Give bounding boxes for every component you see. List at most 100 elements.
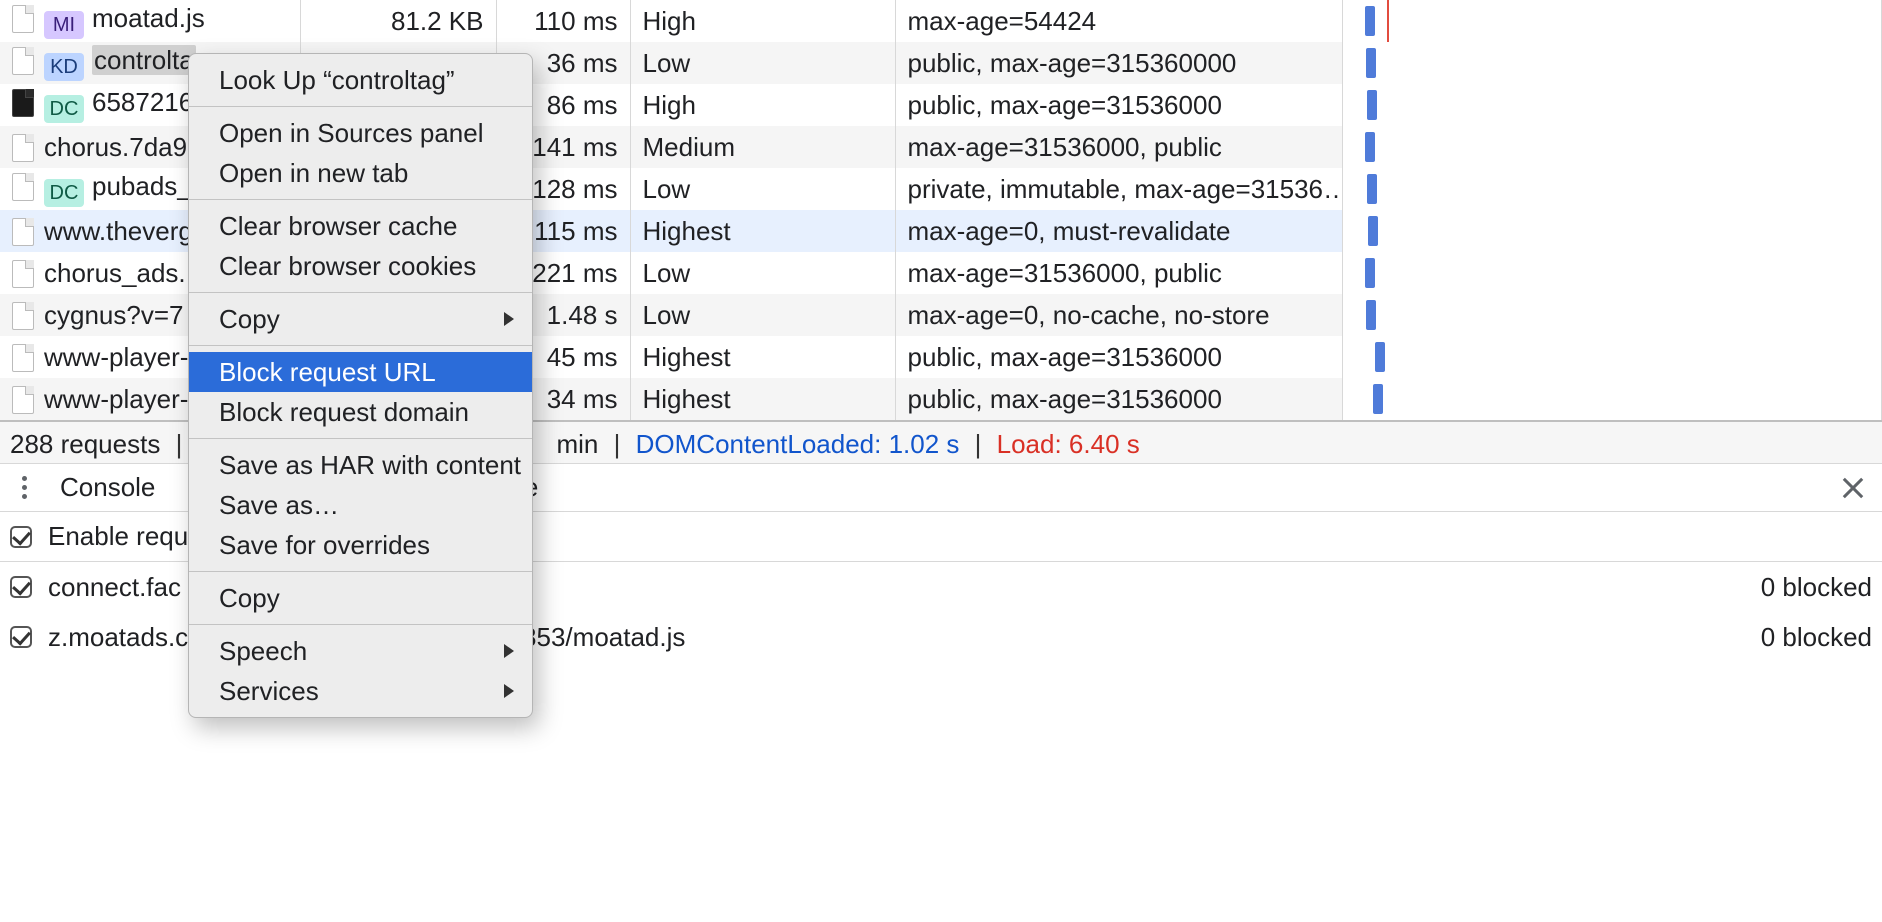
ctx-divider bbox=[189, 345, 532, 346]
blocked-count: 0 blocked bbox=[1761, 572, 1872, 603]
blocked-count: 0 blocked bbox=[1761, 622, 1872, 653]
initiator-chip: MI bbox=[44, 11, 84, 39]
ctx-save-har[interactable]: Save as HAR with content bbox=[189, 445, 532, 485]
cell-cache-control: max-age=0, no-cache, no-store bbox=[895, 294, 1342, 336]
waterfall-bar bbox=[1365, 132, 1375, 162]
status-sep: | bbox=[975, 429, 982, 459]
cell-priority: High bbox=[630, 84, 895, 126]
blocked-pattern-checkbox[interactable] bbox=[10, 576, 32, 598]
initiator-chip: DC bbox=[44, 95, 84, 123]
waterfall-bar bbox=[1366, 48, 1376, 78]
ctx-copy[interactable]: Copy bbox=[189, 578, 532, 618]
initiator-chip: KD bbox=[44, 53, 84, 81]
ctx-services[interactable]: Services bbox=[189, 671, 532, 711]
waterfall-bar bbox=[1366, 300, 1376, 330]
ctx-lookup[interactable]: Look Up “controltag” bbox=[189, 60, 532, 100]
waterfall-bar bbox=[1365, 6, 1375, 36]
file-icon bbox=[12, 260, 34, 288]
request-name: controlta bbox=[92, 45, 196, 75]
file-icon bbox=[12, 89, 34, 117]
enable-request-blocking-label: Enable requ bbox=[48, 521, 188, 552]
close-icon[interactable] bbox=[1836, 471, 1870, 505]
waterfall-bar bbox=[1375, 342, 1385, 372]
ctx-save-overrides[interactable]: Save for overrides bbox=[189, 525, 532, 565]
cell-waterfall bbox=[1342, 210, 1882, 252]
request-name: pubads_ bbox=[92, 171, 192, 201]
context-menu: Look Up “controltag” Open in Sources pan… bbox=[188, 53, 533, 718]
status-load: Load: 6.40 s bbox=[997, 429, 1140, 459]
cell-cache-control: max-age=54424 bbox=[895, 0, 1342, 42]
ctx-divider bbox=[189, 624, 532, 625]
file-icon bbox=[12, 134, 34, 162]
ctx-block-url[interactable]: Block request URL bbox=[189, 352, 532, 392]
ctx-block-domain[interactable]: Block request domain bbox=[189, 392, 532, 432]
blocked-pattern-checkbox[interactable] bbox=[10, 626, 32, 648]
request-name: cygnus?v=7 bbox=[44, 300, 183, 330]
file-icon bbox=[12, 386, 34, 414]
status-sep: | bbox=[614, 429, 621, 459]
cell-priority: Low bbox=[630, 294, 895, 336]
cell-waterfall bbox=[1342, 336, 1882, 378]
ctx-divider bbox=[189, 571, 532, 572]
cell-cache-control: public, max-age=31536000 bbox=[895, 336, 1342, 378]
cell-priority: Low bbox=[630, 252, 895, 294]
file-icon bbox=[12, 173, 34, 201]
request-name: chorus_ads. bbox=[44, 258, 186, 288]
file-icon bbox=[12, 302, 34, 330]
request-name: chorus.7da9 bbox=[44, 132, 187, 162]
cell-cache-control: public, max-age=315360000 bbox=[895, 42, 1342, 84]
status-sep: | bbox=[176, 429, 183, 459]
ctx-copy-submenu[interactable]: Copy bbox=[189, 299, 532, 339]
waterfall-bar bbox=[1367, 90, 1377, 120]
ctx-clear-cache[interactable]: Clear browser cache bbox=[189, 206, 532, 246]
blocked-pattern-text: connect.fac bbox=[48, 572, 181, 603]
drawer-tab-console[interactable]: Console bbox=[60, 472, 155, 503]
status-domcontentloaded: DOMContentLoaded: 1.02 s bbox=[636, 429, 960, 459]
status-requests: 288 requests bbox=[10, 429, 160, 459]
cell-cache-control: max-age=31536000, public bbox=[895, 126, 1342, 168]
request-name: moatad.js bbox=[92, 3, 205, 33]
ctx-open-tab[interactable]: Open in new tab bbox=[189, 153, 532, 193]
cell-name[interactable]: MI moatad.js bbox=[0, 0, 300, 42]
file-icon bbox=[12, 5, 34, 33]
cell-priority: Low bbox=[630, 42, 895, 84]
request-name: www-player- bbox=[44, 384, 188, 414]
cell-cache-control: public, max-age=31536000 bbox=[895, 84, 1342, 126]
ctx-save-as[interactable]: Save as… bbox=[189, 485, 532, 525]
cell-priority: Highest bbox=[630, 336, 895, 378]
status-min-fragment: min bbox=[557, 429, 599, 459]
file-icon bbox=[12, 218, 34, 246]
ctx-speech[interactable]: Speech bbox=[189, 631, 532, 671]
cell-priority: Medium bbox=[630, 126, 895, 168]
cell-cache-control: public, max-age=31536000 bbox=[895, 378, 1342, 420]
request-name: www-player- bbox=[44, 342, 188, 372]
ctx-clear-cookies[interactable]: Clear browser cookies bbox=[189, 246, 532, 286]
waterfall-load-marker bbox=[1387, 0, 1389, 42]
cell-waterfall bbox=[1342, 126, 1882, 168]
cell-waterfall bbox=[1342, 42, 1882, 84]
cell-priority: Highest bbox=[630, 210, 895, 252]
waterfall-bar bbox=[1368, 216, 1378, 246]
waterfall-bar bbox=[1367, 174, 1377, 204]
cell-waterfall bbox=[1342, 0, 1882, 42]
file-icon bbox=[12, 47, 34, 75]
ctx-divider bbox=[189, 292, 532, 293]
cell-waterfall bbox=[1342, 294, 1882, 336]
network-panel: MImoatad.js81.2 KB110 msHighmax-age=5442… bbox=[0, 0, 1882, 420]
cell-size: 81.2 KB bbox=[300, 0, 496, 42]
waterfall-bar bbox=[1365, 258, 1375, 288]
kebab-icon[interactable] bbox=[12, 476, 36, 499]
request-name: 6587216 bbox=[92, 87, 193, 117]
network-row[interactable]: MImoatad.js81.2 KB110 msHighmax-age=5442… bbox=[0, 0, 1882, 42]
cell-priority: Highest bbox=[630, 378, 895, 420]
ctx-divider bbox=[189, 199, 532, 200]
cell-cache-control: private, immutable, max-age=31536… bbox=[895, 168, 1342, 210]
cell-priority: High bbox=[630, 0, 895, 42]
ctx-divider bbox=[189, 106, 532, 107]
cell-cache-control: max-age=0, must-revalidate bbox=[895, 210, 1342, 252]
ctx-open-sources[interactable]: Open in Sources panel bbox=[189, 113, 532, 153]
ctx-divider bbox=[189, 438, 532, 439]
enable-request-blocking-checkbox[interactable] bbox=[10, 526, 32, 548]
cell-waterfall bbox=[1342, 168, 1882, 210]
cell-priority: Low bbox=[630, 168, 895, 210]
